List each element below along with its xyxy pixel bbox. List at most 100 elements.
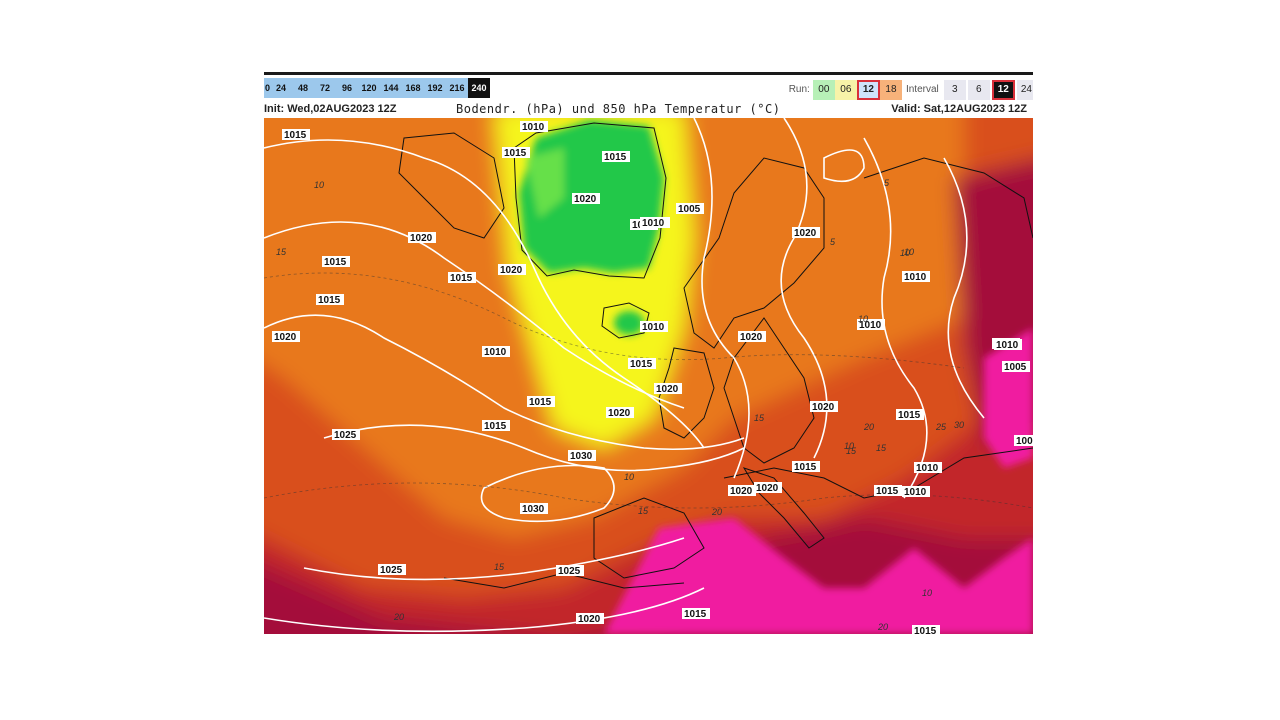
isobar-label: 1015: [912, 625, 940, 634]
isobar-label: 1020: [498, 264, 526, 276]
isotherm-label: 15: [638, 506, 649, 516]
run-18-button[interactable]: 18: [879, 79, 902, 100]
svg-text:1020: 1020: [756, 483, 779, 494]
isobar-label: 1020: [792, 227, 820, 239]
chart-title: Bodendr. (hPa) und 850 hPa Temperatur (°…: [456, 102, 781, 116]
isobar-label: 1015: [282, 129, 310, 141]
svg-text:1010: 1010: [904, 272, 927, 283]
svg-text:1020: 1020: [500, 265, 523, 276]
svg-text:1015: 1015: [318, 295, 341, 306]
isotherm-label: 20: [877, 622, 888, 632]
svg-text:1015: 1015: [914, 626, 937, 634]
isobar-label: 1020: [654, 383, 682, 395]
run-interval-selector: Run: 00 06 12 18 Interval 3 6 12 24: [785, 79, 1033, 100]
svg-text:1020: 1020: [578, 614, 601, 625]
isobar-label: 1005: [1014, 435, 1033, 447]
forecast-step-192[interactable]: 192: [424, 78, 446, 98]
interval-label: Interval: [905, 84, 939, 95]
forecast-step-168[interactable]: 168: [402, 78, 424, 98]
forecast-step-48[interactable]: 48: [292, 78, 314, 98]
svg-text:1015: 1015: [504, 148, 527, 159]
svg-text:1020: 1020: [730, 486, 753, 497]
svg-text:1015: 1015: [484, 421, 507, 432]
svg-text:1020: 1020: [410, 233, 433, 244]
isobar-label: 1020: [606, 407, 634, 419]
svg-text:1015: 1015: [529, 397, 552, 408]
forecast-step-144[interactable]: 144: [380, 78, 402, 98]
svg-text:1015: 1015: [284, 130, 307, 141]
isotherm-label: 10: [624, 472, 634, 482]
isobar-label: 1015: [602, 151, 630, 163]
svg-text:1020: 1020: [794, 228, 817, 239]
isobar-label: 1020: [738, 331, 766, 343]
isobar-label: 1025: [556, 565, 584, 577]
svg-text:1015: 1015: [876, 486, 899, 497]
isobar-label: 1010: [520, 121, 548, 133]
weather-map: 1015101010151015102010101010101510151020…: [264, 118, 1033, 634]
isobar-label: 1020: [272, 331, 300, 343]
isobar-label: 1020: [728, 485, 756, 497]
isobar-label: 1015: [482, 420, 510, 432]
isobar-label: 1010: [994, 339, 1022, 351]
valid-time: Valid: Sat,12AUG2023 12Z: [891, 103, 1027, 115]
isobar-label: 1025: [378, 564, 406, 576]
svg-text:1005: 1005: [1016, 436, 1033, 447]
interval-6-button[interactable]: 6: [967, 79, 990, 100]
isotherm-label: 15: [494, 562, 505, 572]
isobar-label: 1020: [754, 482, 782, 494]
svg-text:1020: 1020: [574, 194, 597, 205]
isobar-label: 1025: [332, 429, 360, 441]
isotherm-label: 15: [846, 446, 857, 456]
forecast-step-24[interactable]: 24: [270, 78, 292, 98]
isotherm-label: 20: [711, 507, 722, 517]
run-12-button[interactable]: 12: [856, 79, 880, 100]
init-time: Init: Wed,02AUG2023 12Z: [264, 103, 397, 115]
isotherm-label: 10: [904, 247, 914, 257]
isobar-label: 1010: [902, 486, 930, 498]
svg-text:1010: 1010: [916, 463, 939, 474]
isobar-label: 1030: [520, 503, 548, 515]
svg-text:1015: 1015: [450, 273, 473, 284]
svg-text:1030: 1030: [522, 504, 545, 515]
isobar-label: 1015: [628, 358, 656, 370]
isobar-label: 1010: [914, 462, 942, 474]
svg-text:1020: 1020: [608, 408, 631, 419]
forecast-step-216[interactable]: 216: [446, 78, 468, 98]
run-06-button[interactable]: 06: [834, 79, 857, 100]
interval-3-button[interactable]: 3: [943, 79, 966, 100]
forecast-step-120[interactable]: 120: [358, 78, 380, 98]
isobar-label: 1005: [676, 203, 704, 215]
isobar-label: 1020: [810, 401, 838, 413]
run-label: Run:: [788, 84, 810, 95]
map-canvas: 1015101010151015102010101010101510151020…: [264, 118, 1033, 634]
isobar-label: 1030: [568, 450, 596, 462]
svg-text:1025: 1025: [558, 566, 581, 577]
forecast-step-72[interactable]: 72: [314, 78, 336, 98]
svg-text:1010: 1010: [996, 340, 1019, 351]
svg-text:1010: 1010: [642, 322, 665, 333]
isobar-label: 1015: [682, 608, 710, 620]
isobar-label: 1015: [322, 256, 350, 268]
forecast-step-240[interactable]: 240: [468, 78, 490, 98]
isotherm-label: 20: [863, 422, 874, 432]
interval-24-button[interactable]: 24: [1016, 79, 1033, 100]
svg-text:1005: 1005: [1004, 362, 1027, 373]
isotherm-label: 30: [954, 420, 964, 430]
isobar-label: 1015: [874, 485, 902, 497]
forecast-step-96[interactable]: 96: [336, 78, 358, 98]
interval-12-button[interactable]: 12: [991, 79, 1015, 100]
isobar-label: 1020: [576, 613, 604, 625]
svg-text:1020: 1020: [274, 332, 297, 343]
svg-text:1015: 1015: [324, 257, 347, 268]
forecast-panel: 0 24 48 72 96 120 144 168 192 216 240 Run: 00 06 12 1…: [264, 72, 1033, 634]
run-00-button[interactable]: 00: [812, 79, 835, 100]
svg-text:1015: 1015: [604, 152, 627, 163]
isotherm-label: 15: [276, 247, 287, 257]
svg-text:1010: 1010: [522, 122, 545, 133]
svg-text:1030: 1030: [570, 451, 593, 462]
isobar-label: 1015: [448, 272, 476, 284]
chart-header: Init: Wed,02AUG2023 12Z Bodendr. (hPa) u…: [264, 102, 1033, 118]
svg-text:1020: 1020: [740, 332, 763, 343]
isobar-label: 1010: [482, 346, 510, 358]
isobar-label: 1015: [502, 147, 530, 159]
